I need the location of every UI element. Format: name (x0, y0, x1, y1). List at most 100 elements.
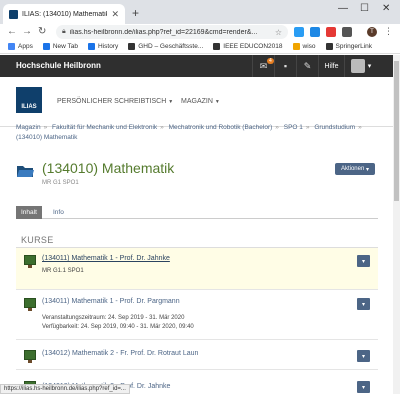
course-meta: MR G1.1 SPO1 (42, 268, 84, 274)
list-item: (134011) Mathematik 1 - Prof. Dr. Pargma… (16, 290, 378, 340)
bookmark-item[interactable]: GHD – Geschäftsste... (128, 43, 203, 50)
course-link[interactable]: (134012) Mathematik 2 - Fr. Prof. Dr. Ro… (42, 350, 198, 357)
browser-tab[interactable]: ILIAS: (134010) Mathematik ✕ (3, 4, 125, 24)
tab-info[interactable]: Info (48, 206, 69, 219)
breadcrumb-separator: » (43, 124, 48, 131)
page-title: (134010) Mathematik (42, 160, 175, 176)
back-icon[interactable]: ← (7, 24, 17, 40)
chevron-down-icon: ▼ (214, 99, 220, 105)
bookmark-icon (292, 43, 300, 50)
breadcrumb-item[interactable]: Fakultät für Mechanik und Elektronik (52, 124, 157, 131)
item-actions-button[interactable]: ▾ (357, 350, 370, 362)
chat-button[interactable]: ▪ (274, 55, 296, 77)
bookmark-label: Apps (18, 43, 33, 50)
breadcrumb-item[interactable]: SPO 1 (284, 124, 303, 131)
edit-button[interactable]: ✎ (296, 55, 318, 77)
chevron-down-icon: ▾ (367, 63, 372, 70)
extension-icon[interactable] (326, 27, 336, 37)
section-title: KURSE (21, 235, 54, 245)
course-link[interactable]: (134011) Mathematik 1 - Prof. Dr. Jahnke (42, 255, 170, 262)
course-availability: Verfügbarkeit: 24. Sep 2019, 09:40 - 31.… (42, 324, 194, 330)
url-bar[interactable]: 🔒︎ ilias.hs-heilbronn.de/ilias.php?ref_i… (56, 25, 288, 39)
breadcrumb-separator: » (160, 124, 164, 131)
status-bar-url: https://ilias.hs-heilbronn.de/ilias.php?… (0, 384, 130, 394)
scrollbar[interactable] (393, 55, 400, 394)
bookmark-item[interactable]: IEEE EDUCON2018 (213, 43, 283, 50)
browser-tab-bar: ILIAS: (134010) Mathematik ✕ + — ☐ ✕ (0, 0, 400, 24)
bookmark-item[interactable]: wiso (292, 43, 316, 50)
maximize-icon[interactable]: ☐ (360, 3, 369, 14)
course-icon (24, 298, 36, 311)
minimize-icon[interactable]: — (338, 3, 348, 14)
nav-item-label: PERSÖNLICHER SCHREIBTISCH (57, 98, 167, 105)
main-navigation: ILIAS PERSÖNLICHER SCHREIBTISCH ▼ MAGAZIN… (0, 77, 393, 127)
nav-item-magazin[interactable]: MAGAZIN ▼ (181, 98, 220, 105)
extension-icon[interactable] (310, 27, 320, 37)
caret-down-icon: ▾ (361, 353, 365, 360)
mail-count-badge: 4 (267, 58, 274, 64)
caret-down-icon: ▾ (361, 301, 365, 308)
item-actions-button[interactable]: ▾ (357, 381, 370, 393)
ilias-top-bar: Hochschule Heilbronn ✉ 4 ▪ ✎ Hilfe ▾ (0, 55, 393, 77)
ilias-favicon-icon (9, 9, 18, 19)
pencil-icon: ✎ (303, 60, 312, 71)
new-tab-icon[interactable]: + (132, 6, 139, 20)
bookmark-item[interactable]: New Tab (42, 43, 78, 50)
mail-button[interactable]: ✉ 4 (252, 55, 274, 77)
folder-icon (17, 166, 34, 177)
caret-down-icon: ▾ (361, 258, 365, 265)
breadcrumb-item[interactable]: Grundstudium (314, 124, 355, 131)
reload-icon[interactable]: ↻ (38, 24, 46, 40)
item-actions-button[interactable]: ▾ (357, 255, 370, 267)
browser-menu-icon[interactable]: ⋮ (384, 26, 393, 37)
forward-icon[interactable]: → (22, 24, 32, 40)
item-actions-button[interactable]: ▾ (357, 298, 370, 310)
extension-icon[interactable] (342, 27, 352, 37)
course-icon (24, 350, 36, 363)
profile-avatar[interactable]: T (367, 27, 377, 37)
lock-icon: 🔒︎ (62, 28, 66, 35)
list-item: (134011) Mathematik 1 - Prof. Dr. Jahnke… (16, 248, 378, 290)
user-menu-button[interactable]: ▾ (344, 55, 377, 77)
bookmark-label: History (98, 43, 119, 50)
bookmark-icon (8, 43, 15, 50)
bookmark-star-icon[interactable]: ☆ (275, 28, 282, 37)
breadcrumb-separator: » (358, 124, 362, 131)
breadcrumb-item[interactable]: (134010) Mathematik (16, 134, 77, 141)
help-button[interactable]: Hilfe (318, 55, 344, 77)
tab-inhalt[interactable]: Inhalt (16, 206, 42, 219)
tab-close-icon[interactable]: ✕ (111, 9, 119, 20)
tab-title: ILIAS: (134010) Mathematik (22, 10, 108, 18)
url-text: ilias.hs-heilbronn.de/ilias.php?ref_id=2… (69, 28, 258, 36)
bookmark-icon (42, 43, 50, 50)
bookmark-item[interactable]: SpringerLink (325, 43, 373, 50)
bookmark-item[interactable]: History (88, 43, 118, 50)
bookmark-icon (213, 43, 221, 50)
course-link[interactable]: (134011) Mathematik 1 - Prof. Dr. Pargma… (42, 298, 180, 305)
bookmark-icon (325, 43, 333, 50)
bookmark-label: SpringerLink (335, 43, 373, 50)
chat-icon: ▪ (283, 61, 288, 71)
scrollbar-thumb[interactable] (394, 61, 399, 201)
ilias-logo[interactable]: ILIAS (16, 87, 42, 113)
actions-button[interactable]: Aktionen ▾ (335, 163, 375, 175)
close-window-icon[interactable]: ✕ (382, 3, 390, 14)
nav-item-label: MAGAZIN (181, 98, 213, 105)
address-toolbar: ← → ↻ 🔒︎ ilias.hs-heilbronn.de/ilias.php… (0, 24, 400, 40)
breadcrumb-item[interactable]: Mechatronik und Robotik (Bachelor) (169, 124, 273, 131)
breadcrumb-separator: » (305, 124, 310, 131)
bookmarks-bar: Apps New Tab History GHD – Geschäftsste... I… (0, 40, 400, 54)
extension-icon[interactable] (294, 27, 304, 37)
caret-down-icon: ▾ (366, 166, 370, 173)
bookmark-label: New Tab (52, 43, 78, 50)
bookmark-label: IEEE EDUCON2018 (223, 43, 283, 50)
nav-item-personal-desktop[interactable]: PERSÖNLICHER SCHREIBTISCH ▼ (57, 98, 173, 105)
bookmark-item[interactable]: Apps (8, 43, 33, 50)
institution-name: Hochschule Heilbronn (16, 61, 101, 70)
content-tabs: Inhalt Info (16, 206, 378, 219)
breadcrumb-item[interactable]: Magazin (16, 124, 41, 131)
bookmark-label: GHD – Geschäftsste... (138, 43, 204, 50)
page-subtitle: MR G1 SPO1 (42, 180, 79, 186)
list-item: (134012) Mathematik 2 - Fr. Prof. Dr. Ro… (16, 340, 378, 370)
bookmark-label: wiso (302, 43, 316, 50)
